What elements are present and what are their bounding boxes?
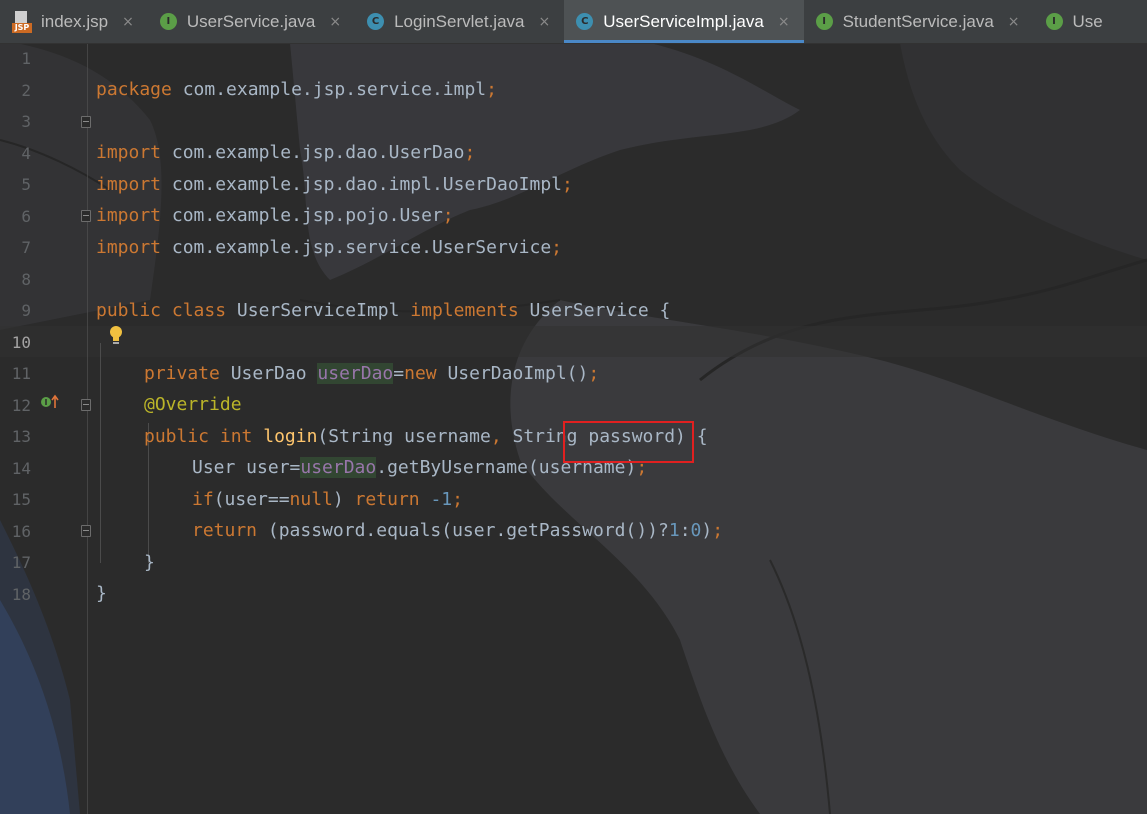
tab-userserviceimpl-java[interactable]: C UserServiceImpl.java ×	[564, 0, 804, 43]
tab-label: index.jsp	[41, 11, 109, 31]
code-line: 4 import com.example.jsp.dao.impl.UserDa…	[0, 138, 1147, 195]
tab-truncated[interactable]: I Use	[1034, 0, 1117, 43]
code-line: 7	[0, 232, 1147, 263]
tab-label: LoginServlet.java	[394, 11, 525, 31]
close-icon[interactable]: ×	[1008, 14, 1020, 30]
line-number: 6	[21, 206, 31, 226]
line-number: 18	[11, 584, 31, 604]
editor-tab-bar: JSP index.jsp × I UserService.java × C L…	[0, 0, 1147, 44]
line-number: 3	[21, 112, 31, 131]
close-icon[interactable]: ×	[539, 14, 551, 30]
tab-label: UserServiceImpl.java	[603, 11, 764, 31]
code-line: 18	[0, 579, 1147, 610]
class-icon: C	[367, 13, 385, 30]
tab-label: StudentService.java	[842, 11, 994, 31]
jsp-file-icon: JSP	[12, 10, 32, 33]
code-line: 9	[0, 295, 1147, 326]
close-icon[interactable]: ×	[122, 14, 134, 30]
line-number: 8	[21, 269, 31, 289]
interface-icon: I	[815, 13, 833, 30]
line-number: 16	[11, 521, 31, 541]
class-icon: C	[576, 13, 594, 30]
line-number: 4	[21, 143, 31, 163]
line-number: 14	[11, 458, 31, 478]
code-line: 16 }	[0, 516, 1147, 573]
tab-index-jsp[interactable]: JSP index.jsp ×	[0, 0, 148, 43]
code-line: 5 import com.example.jsp.pojo.User;	[0, 169, 1147, 226]
tab-studentservice-java[interactable]: I StudentService.java ×	[804, 0, 1034, 43]
code-line: 8 public class UserServiceImpl implement…	[0, 264, 1147, 321]
line-number: 15	[11, 490, 31, 509]
code-line: 10 private UserDao userDao=new UserDaoIm…	[0, 327, 1147, 384]
line-number: 10	[11, 332, 31, 352]
line-number: 9	[21, 301, 31, 320]
code-line: 17 }	[0, 547, 1147, 604]
code-line: 15 return (password.equals(user.getPassw…	[0, 484, 1147, 541]
line-number: 12	[11, 395, 31, 415]
line-number: 11	[11, 364, 31, 383]
tab-userservice-java[interactable]: I UserService.java ×	[148, 0, 355, 43]
interface-icon: I	[1045, 13, 1063, 30]
interface-icon: I	[159, 13, 177, 30]
line-number: 17	[11, 553, 31, 572]
close-icon[interactable]: ×	[778, 14, 790, 30]
code-line: 6 import com.example.jsp.service.UserSer…	[0, 201, 1147, 258]
close-icon[interactable]: ×	[329, 14, 341, 30]
code-line: 1 package com.example.jsp.service.impl;	[0, 43, 1147, 100]
tab-label: UserService.java	[186, 11, 316, 31]
line-number: 5	[21, 175, 31, 194]
code-line: 3 import com.example.jsp.dao.UserDao;	[0, 106, 1147, 163]
code-line: 12 public int login(String username, Str…	[0, 390, 1147, 447]
code-line: 2	[0, 75, 1147, 106]
tab-label: Use	[1072, 11, 1103, 31]
tab-loginservlet-java[interactable]: C LoginServlet.java ×	[355, 0, 564, 43]
line-number: 1	[21, 49, 31, 68]
code-editor[interactable]: I 1 package com.example.jsp.service.impl…	[0, 43, 1147, 814]
annotation-highlight-box	[563, 421, 694, 463]
line-number: 13	[11, 427, 31, 446]
line-number: 7	[21, 238, 31, 257]
code-line: 11 @Override	[0, 358, 1147, 415]
line-number: 2	[21, 80, 31, 100]
